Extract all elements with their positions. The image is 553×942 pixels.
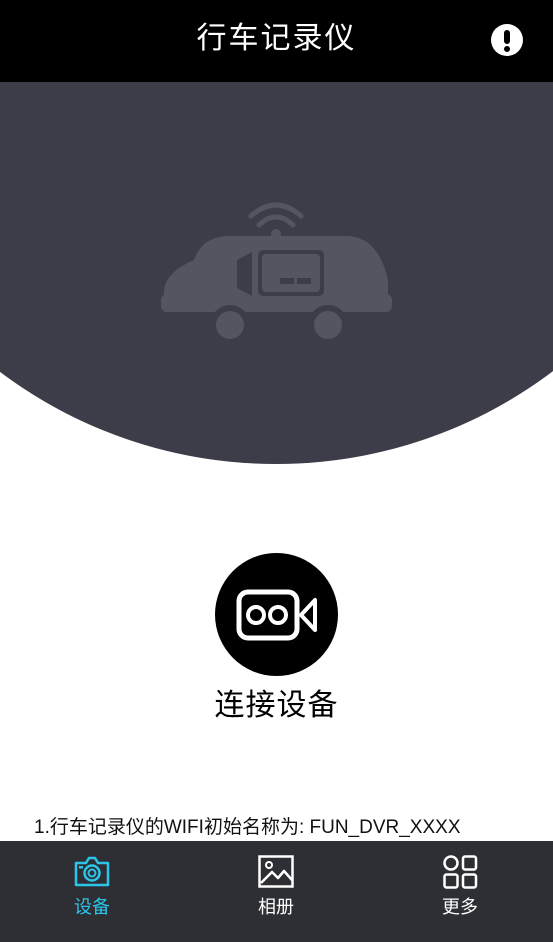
- camera-icon: [74, 856, 110, 887]
- connect-device-button[interactable]: [215, 553, 338, 676]
- tab-more-label: 更多: [442, 897, 478, 918]
- connect-device-label: 连接设备: [214, 688, 339, 723]
- tab-device[interactable]: 设备: [32, 841, 152, 942]
- exclamation-circle-icon[interactable]: [491, 24, 523, 56]
- app-header: 行车记录仪: [0, 0, 553, 82]
- page-title: 行车记录仪: [196, 21, 357, 56]
- tab-more[interactable]: 更多: [400, 841, 520, 942]
- hero-banner: [0, 82, 553, 466]
- grid-icon: [443, 855, 478, 889]
- wifi-name-tip: 1.行车记录仪的WIFI初始名称为: FUN_DVR_XXXX: [34, 817, 461, 838]
- tab-device-label: 设备: [74, 897, 110, 918]
- bottom-tab-bar: 设备 相册 更多: [0, 841, 553, 942]
- tab-album-label: 相册: [258, 897, 294, 918]
- video-camera-icon: [236, 589, 317, 641]
- car-dvr-wifi-icon: [161, 202, 392, 345]
- image-icon: [258, 855, 294, 888]
- tab-album[interactable]: 相册: [216, 841, 336, 942]
